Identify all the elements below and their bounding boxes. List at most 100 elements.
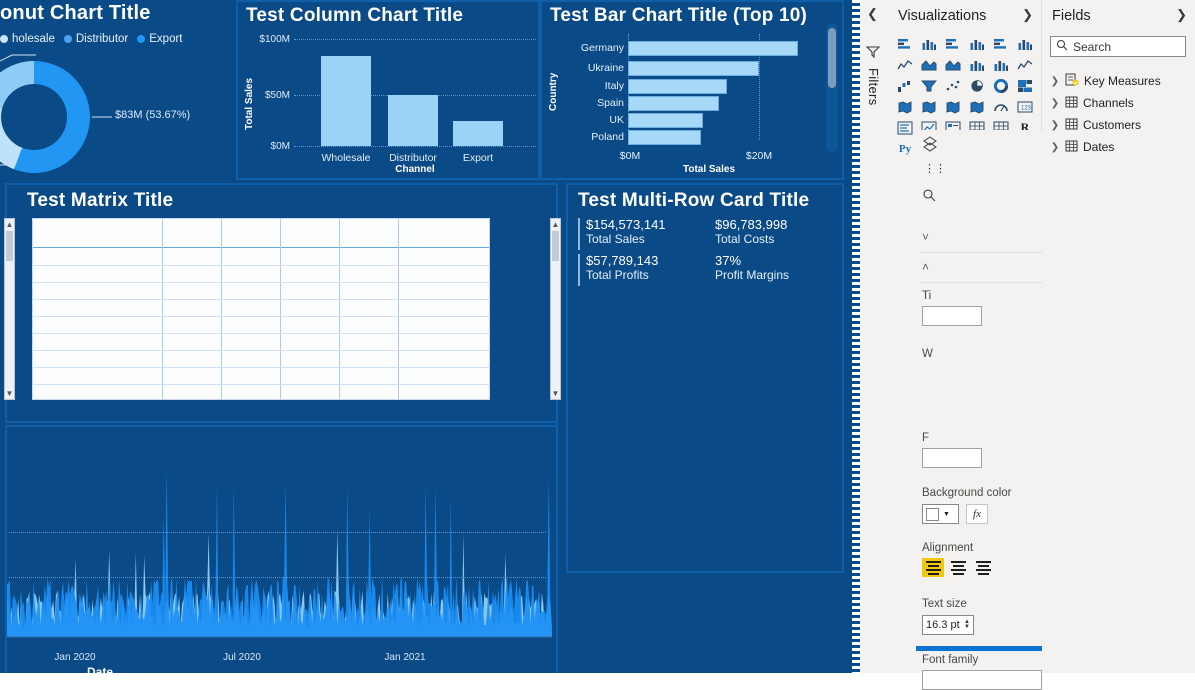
bar-chart-scrollbar[interactable] (826, 24, 838, 152)
area-chart-graphic (7, 468, 552, 638)
ribbon-chart-icon[interactable] (1013, 54, 1037, 75)
azure-map-icon[interactable] (965, 96, 989, 117)
chevron-right-icon[interactable]: ❯ (1176, 7, 1187, 23)
chevron-right-icon[interactable]: ❯ (1022, 7, 1033, 23)
chevron-right-icon[interactable]: ❯ (1050, 120, 1060, 131)
scroll-down-arrow[interactable]: ▼ (551, 389, 560, 398)
matrix-scrollbar-right[interactable]: ▲ ▼ (550, 218, 561, 400)
bar-chart-visual[interactable]: Test Bar Chart Title (Top 10) Country Ge… (540, 0, 844, 180)
multi-row-card-icon[interactable] (893, 117, 917, 138)
font-color-input[interactable] (922, 448, 982, 468)
donut-chart-visual[interactable]: onut Chart Title holesale Distributor Ex… (0, 0, 235, 180)
column-chart-visual[interactable]: Test Column Chart Title Total Sales $100… (236, 0, 540, 180)
chevron-right-icon[interactable]: ❯ (1050, 142, 1060, 153)
scatter-chart-icon[interactable] (941, 75, 965, 96)
map-icon[interactable] (893, 96, 917, 117)
field-table-channels[interactable]: ❯ Channels (1050, 92, 1195, 114)
format-properties-icon: ⋮⋮ (924, 163, 946, 175)
fields-search-input[interactable]: Search (1050, 36, 1186, 57)
scroll-down-arrow[interactable]: ▼ (5, 389, 14, 398)
conditional-formatting-button[interactable]: fx (966, 504, 988, 524)
line-stacked-column-icon[interactable] (965, 54, 989, 75)
background-color-dropdown[interactable]: ▼ (922, 504, 959, 524)
filter-icon[interactable] (865, 46, 881, 61)
bar-poland[interactable] (628, 130, 701, 145)
scrollbar-thumb[interactable] (552, 231, 559, 261)
chevron-left-icon[interactable]: ❮ (867, 6, 878, 22)
pie-chart-icon[interactable] (965, 75, 989, 96)
gauge-icon[interactable] (989, 96, 1013, 117)
fields-tree[interactable]: ❯ Key Measures ❯ Channels ❯ Customers ❯ Dates (1050, 70, 1195, 158)
line-chart-icon[interactable] (893, 54, 917, 75)
chevron-down-icon[interactable]: ˅ (922, 230, 929, 244)
card-icon[interactable]: 123 (1013, 96, 1037, 117)
multi-row-card-visual[interactable]: Test Multi-Row Card Title $154,573,141 T… (566, 183, 844, 573)
filters-rail[interactable]: ❮ Filters (860, 0, 889, 673)
chevron-right-icon[interactable]: ❯ (1050, 98, 1060, 109)
bar-chart-title: Test Bar Chart Title (Top 10) (550, 5, 808, 26)
scroll-up-arrow[interactable]: ▲ (5, 220, 14, 229)
font-family-dropdown[interactable] (922, 670, 1042, 690)
line-clustered-column-icon[interactable] (989, 54, 1013, 75)
area-chart-visual[interactable]: Jan 2020 Jul 2020 Jan 2021 Date (5, 425, 558, 673)
funnel-chart-icon[interactable] (917, 75, 941, 96)
scrollbar-thumb[interactable] (828, 28, 836, 88)
align-right-button[interactable] (972, 558, 994, 577)
card-category: Total Costs (715, 232, 775, 246)
column-bar-wholesale[interactable] (321, 56, 371, 146)
filled-map-icon[interactable] (917, 96, 941, 117)
area-chart-icon[interactable] (917, 54, 941, 75)
field-table-key-measures[interactable]: ❯ Key Measures (1050, 70, 1195, 92)
scrollbar-thumb[interactable] (6, 231, 13, 261)
bar-cat-spain: Spain (597, 97, 624, 109)
title-text-input[interactable] (922, 306, 982, 326)
100-stacked-bar-chart-icon[interactable] (989, 33, 1013, 54)
bar-spain[interactable] (628, 96, 719, 111)
matrix-header-divider (33, 247, 489, 248)
card-accent-bar (578, 254, 580, 286)
text-size-stepper[interactable]: 16.3 pt ▲ ▼ (922, 615, 974, 635)
card-cell-total-costs[interactable]: $96,783,998 Total Costs (715, 217, 787, 247)
field-table-dates[interactable]: ❯ Dates (1050, 136, 1195, 158)
clustered-column-chart-icon[interactable] (965, 33, 989, 54)
column-bar-distributor[interactable] (388, 95, 438, 146)
legend-item-distributor[interactable]: Distributor (63, 33, 128, 45)
bar-ukraine[interactable] (628, 61, 759, 76)
stepper-arrows[interactable]: ▲ ▼ (964, 619, 970, 630)
scroll-up-arrow[interactable]: ▲ (551, 220, 560, 229)
stacked-column-chart-icon[interactable] (917, 33, 941, 54)
legend-item-wholesale[interactable]: holesale (0, 33, 55, 45)
area-x-tick-jan-2020: Jan 2020 (54, 652, 96, 663)
waterfall-chart-icon[interactable] (893, 75, 917, 96)
format-search-icon[interactable] (922, 188, 936, 207)
matrix-table[interactable] (32, 218, 490, 400)
matrix-scrollbar-left[interactable]: ▲ ▼ (4, 218, 15, 400)
bar-germany[interactable] (628, 41, 798, 56)
card-value: $154,573,141 (586, 217, 666, 232)
donut-chart-icon[interactable] (989, 75, 1013, 96)
clustered-bar-chart-icon[interactable] (941, 33, 965, 54)
legend-item-export[interactable]: Export (137, 33, 183, 45)
card-cell-total-sales[interactable]: $154,573,141 Total Sales (578, 217, 666, 250)
card-cell-profit-margins[interactable]: 37% Profit Margins (715, 253, 789, 283)
align-center-button[interactable] (947, 558, 969, 577)
bar-italy[interactable] (628, 79, 727, 94)
treemap-icon[interactable] (1013, 75, 1037, 96)
field-table-customers[interactable]: ❯ Customers (1050, 114, 1195, 136)
card-cell-total-profits[interactable]: $57,789,143 Total Profits (578, 253, 658, 286)
stacked-area-chart-icon[interactable] (941, 54, 965, 75)
matrix-visual[interactable]: Test Matrix Title ▲ ▼ ▲ ▼ (4, 183, 561, 423)
alignment-button-group[interactable] (922, 558, 994, 577)
align-left-button[interactable] (922, 558, 944, 577)
report-canvas[interactable]: onut Chart Title holesale Distributor Ex… (0, 0, 860, 673)
100-stacked-column-chart-icon[interactable] (1013, 33, 1037, 54)
matrix-row (33, 299, 489, 300)
filters-label: Filters (866, 68, 881, 106)
column-bar-export[interactable] (453, 121, 503, 146)
chevron-right-icon[interactable]: ❯ (1050, 76, 1060, 87)
shape-map-icon[interactable] (941, 96, 965, 117)
bar-uk[interactable] (628, 113, 703, 128)
python-visual-icon[interactable]: Py (893, 138, 917, 159)
chevron-up-icon[interactable]: ˄ (922, 260, 929, 274)
stacked-bar-chart-icon[interactable] (893, 33, 917, 54)
